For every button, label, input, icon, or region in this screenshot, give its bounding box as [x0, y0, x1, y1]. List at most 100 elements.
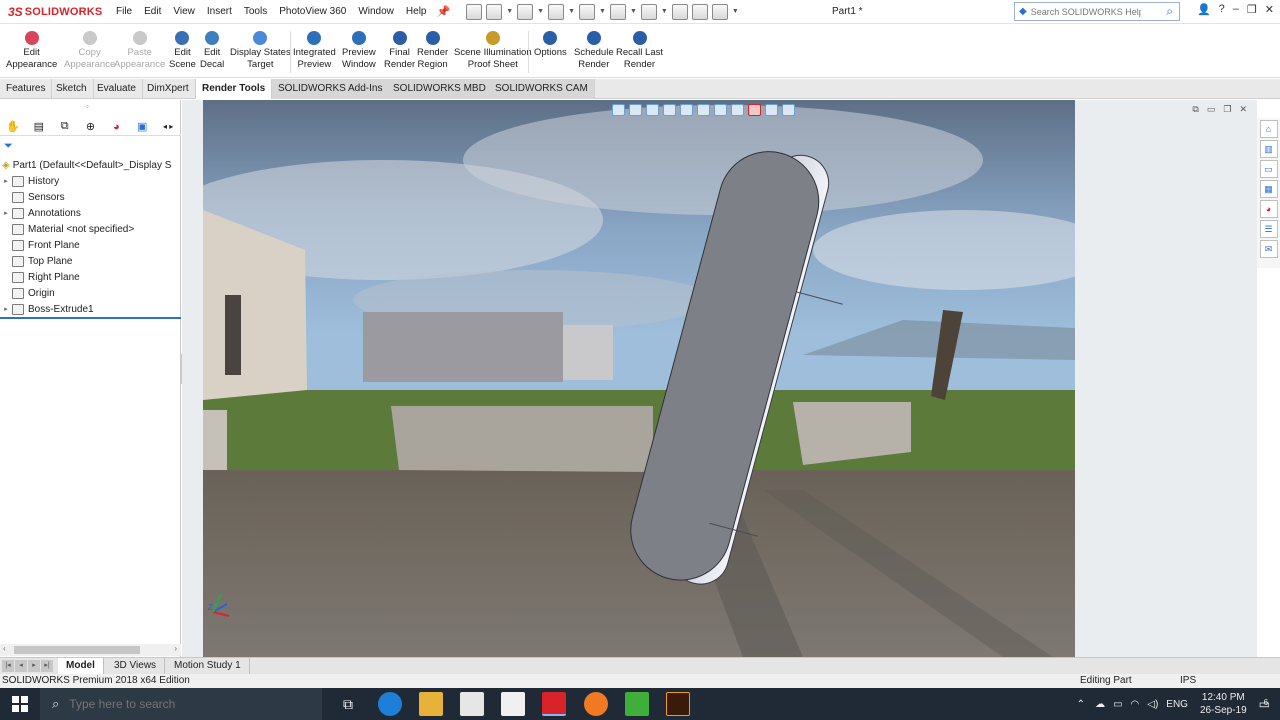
menu-window[interactable]: Window	[352, 6, 400, 17]
scene-illumination-proof-sheet-button[interactable]: Scene Illumination Proof Sheet	[454, 31, 532, 71]
tree-item-right-plane[interactable]: Right Plane	[0, 269, 80, 285]
tab-evaluate[interactable]: Evaluate	[91, 79, 143, 99]
filter-icon[interactable]: ⏷	[4, 140, 13, 153]
chevron-down-icon[interactable]: ▼	[537, 8, 544, 15]
taskbar-search-input[interactable]	[69, 697, 270, 711]
tab-scroll-arrows[interactable]: ◂ ▸	[155, 119, 181, 135]
tree-item-front-plane[interactable]: Front Plane	[0, 237, 80, 253]
last-tab-icon[interactable]: ▸|	[41, 660, 53, 672]
viewport-close-icon[interactable]: ✕	[1239, 104, 1247, 115]
scrollbar-thumb[interactable]	[14, 646, 140, 654]
prev-tab-icon[interactable]: ◂	[15, 660, 27, 672]
help-search[interactable]: ◆ ⌕	[1014, 2, 1180, 21]
render-viewport[interactable]: Z	[203, 100, 1075, 657]
illustrator-icon[interactable]	[666, 692, 690, 716]
feature-manager-tab-icon[interactable]: ✋	[0, 119, 26, 135]
edge-icon[interactable]	[378, 692, 402, 716]
user-icon[interactable]: 👤	[1197, 3, 1211, 16]
tab-3d-views[interactable]: 3D Views	[106, 658, 166, 675]
tab-motion-study-1[interactable]: Motion Study 1	[166, 658, 250, 675]
menu-help[interactable]: Help	[400, 6, 433, 17]
cam-tab-icon[interactable]: ▣	[129, 119, 155, 135]
property-manager-tab-icon[interactable]: ▤	[26, 119, 52, 135]
dynamic-annotation-icon[interactable]	[680, 104, 693, 116]
pin-icon[interactable]: 📌	[436, 5, 450, 18]
clock[interactable]: 12:40 PM 26-Sep-19	[1200, 691, 1247, 717]
start-button[interactable]	[0, 688, 40, 720]
zoom-to-fit-icon[interactable]	[612, 104, 625, 116]
hide-show-items-icon[interactable]	[731, 104, 744, 116]
scroll-right-icon[interactable]: ›	[174, 644, 177, 653]
help-search-input[interactable]	[1030, 6, 1141, 17]
undo-icon[interactable]	[609, 3, 626, 20]
wifi-icon[interactable]: ◠	[1131, 699, 1140, 710]
solidworks-forum-icon[interactable]: ✉	[1259, 240, 1278, 258]
tree-item-boss-extrude1[interactable]: ▸ Boss-Extrude1	[0, 301, 94, 317]
previous-view-icon[interactable]	[646, 104, 659, 116]
tree-item-sensors[interactable]: Sensors	[0, 189, 65, 205]
firefox-icon[interactable]	[584, 692, 608, 716]
restore-icon[interactable]: ❐	[1247, 3, 1257, 16]
edit-scene-button[interactable]: Edit Scene	[169, 31, 196, 71]
design-library-icon[interactable]: ▥	[1259, 140, 1278, 158]
solidworks-logo[interactable]: 3S SOLIDWORKS	[0, 5, 110, 19]
store-icon[interactable]	[460, 692, 484, 716]
panel-collapse-handle[interactable]: ◦	[86, 102, 89, 111]
expand-arrow-icon[interactable]: ▸	[0, 209, 12, 217]
chevron-down-icon[interactable]: ▼	[599, 8, 606, 15]
tree-root-part[interactable]: ◈ Part1 (Default<<Default>_Display S	[2, 157, 171, 173]
edit-appearance-button[interactable]: Edit Appearance	[6, 31, 57, 71]
tab-cam[interactable]: SOLIDWORKS CAM	[489, 79, 595, 99]
edit-appearance-icon[interactable]	[748, 104, 761, 116]
menu-file[interactable]: File	[110, 6, 138, 17]
tree-item-material-not-specified[interactable]: Material <not specified>	[0, 221, 134, 237]
final-render-button[interactable]: Final Render	[384, 31, 415, 71]
mail-icon[interactable]	[501, 692, 525, 716]
save-icon[interactable]	[548, 3, 565, 20]
notifications-icon[interactable]: ▭ 6	[1259, 697, 1270, 711]
solidworks-resources-icon[interactable]: ⌂	[1259, 120, 1278, 138]
scroll-left-icon[interactable]: ‹	[3, 644, 6, 653]
menu-tools[interactable]: Tools	[238, 6, 273, 17]
view-palette-icon[interactable]: ▦	[1259, 180, 1278, 198]
search-icon[interactable]: ⌕	[1166, 4, 1173, 19]
custom-properties-icon[interactable]: ☰	[1259, 220, 1278, 238]
taskbar-search[interactable]: ⌕	[40, 688, 322, 720]
onedrive-icon[interactable]: ☁	[1095, 699, 1105, 710]
expand-arrow-icon[interactable]: ▸	[0, 177, 12, 185]
apply-scene-icon[interactable]	[765, 104, 778, 116]
help-icon[interactable]: ?	[1219, 3, 1225, 16]
horizontal-scrollbar[interactable]: ‹ ›	[0, 644, 181, 656]
tree-item-annotations[interactable]: ▸ Annotations	[0, 205, 81, 221]
integrated-preview-button[interactable]: Integrated Preview	[293, 31, 336, 71]
tab-dimxpert[interactable]: DimXpert	[141, 79, 196, 99]
rebuild-icon[interactable]	[671, 3, 688, 20]
file-explorer-icon[interactable]: ▭	[1259, 160, 1278, 178]
minimize-icon[interactable]: –	[1233, 3, 1239, 16]
view-orientation-icon[interactable]	[697, 104, 710, 116]
tree-item-history[interactable]: ▸ History	[0, 173, 59, 189]
chevron-down-icon[interactable]: ▼	[732, 8, 739, 15]
unit-system[interactable]: IPS	[1180, 674, 1196, 688]
print-icon[interactable]	[579, 3, 595, 20]
show-hidden-icons-icon[interactable]: ⌃	[1077, 699, 1085, 710]
close-icon[interactable]: ✕	[1265, 3, 1274, 16]
solidworks-taskbar-icon[interactable]	[542, 692, 566, 716]
tab-addins[interactable]: SOLIDWORKS Add-Ins	[272, 79, 390, 99]
options-button[interactable]: Options	[534, 31, 567, 59]
volume-icon[interactable]: ◁)	[1147, 699, 1158, 710]
task-view-icon[interactable]: ⧉	[336, 692, 360, 716]
viewport-split-icon[interactable]: ⧉	[1192, 104, 1198, 115]
zoom-to-area-icon[interactable]	[629, 104, 642, 116]
recall-last-render-button[interactable]: Recall Last Render	[616, 31, 663, 71]
expand-arrow-icon[interactable]: ▸	[0, 305, 12, 313]
menu-photoview[interactable]: PhotoView 360	[273, 6, 352, 17]
viewport-minimize-icon[interactable]: ▭	[1207, 104, 1216, 115]
language-indicator[interactable]: ENG	[1166, 699, 1188, 710]
render-region-button[interactable]: Render Region	[417, 31, 448, 71]
tab-mbd[interactable]: SOLIDWORKS MBD	[387, 79, 493, 99]
menu-edit[interactable]: Edit	[138, 6, 167, 17]
edit-decal-button[interactable]: Edit Decal	[200, 31, 224, 71]
network-icon[interactable]: ▭	[1113, 699, 1122, 710]
chevron-down-icon[interactable]: ▼	[661, 8, 668, 15]
